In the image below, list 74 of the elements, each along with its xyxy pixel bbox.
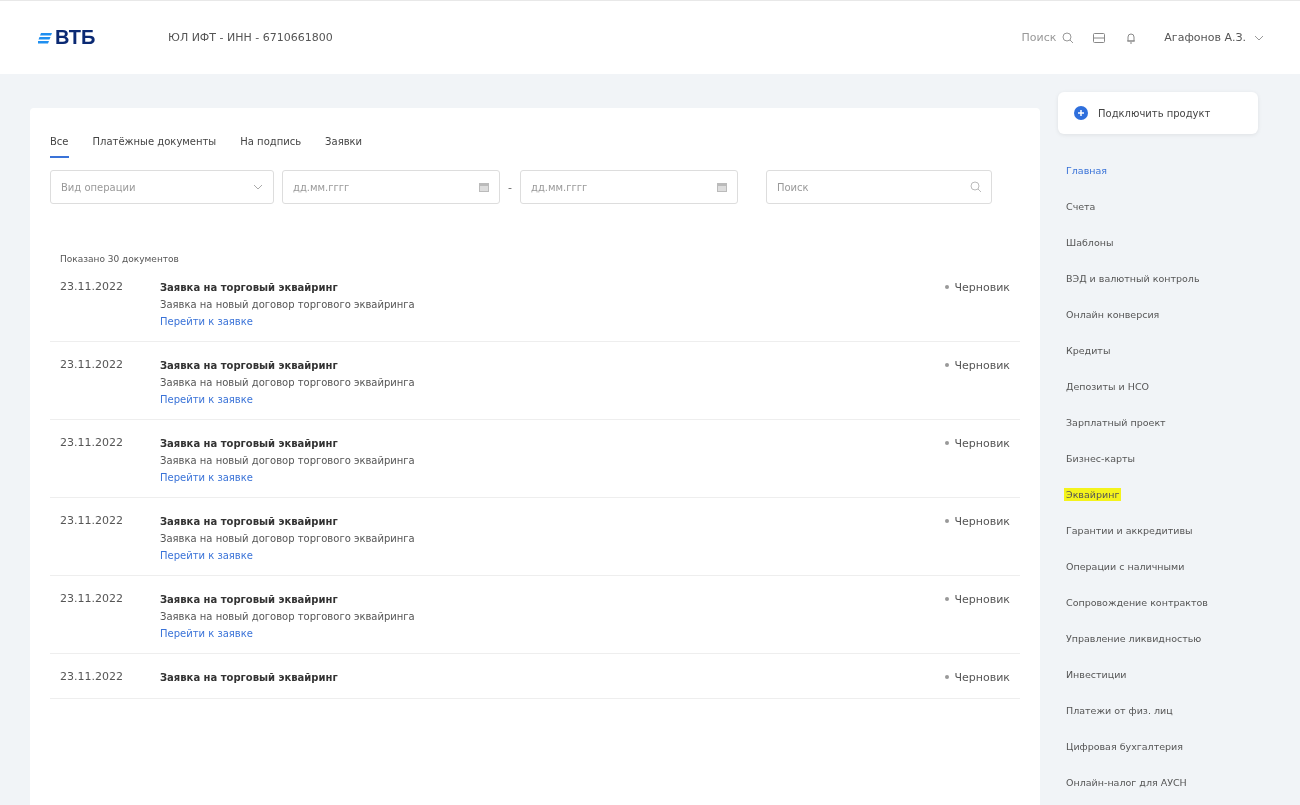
- sidebar-item[interactable]: ВЭД и валютный контроль: [1064, 271, 1202, 285]
- document-status: Черновик: [954, 280, 1010, 294]
- tab[interactable]: На подпись: [240, 136, 302, 158]
- document-status: Черновик: [954, 592, 1010, 606]
- sidebar-item[interactable]: Сопровождение контрактов: [1064, 595, 1210, 609]
- open-request-link[interactable]: Перейти к заявке: [160, 550, 253, 561]
- status-dot: [944, 597, 949, 601]
- sidebar-item[interactable]: Инвестиции: [1064, 667, 1129, 681]
- document-date: 23.11.2022: [60, 514, 124, 529]
- document-status: Черновик: [954, 436, 1010, 450]
- document-date: 23.11.2022: [60, 670, 124, 684]
- open-request-link[interactable]: Перейти к заявке: [160, 628, 253, 639]
- sidebar-item[interactable]: Онлайн конверсия: [1064, 307, 1162, 321]
- status-dot: [944, 675, 949, 679]
- sidebar-item[interactable]: Платежи от физ. лиц: [1064, 703, 1175, 717]
- chevron-down-icon: [1254, 34, 1264, 41]
- mail-icon[interactable]: [1092, 30, 1107, 45]
- tab[interactable]: Все: [50, 136, 69, 158]
- sidebar-item[interactable]: Онлайн-налог для АУСН: [1064, 775, 1189, 789]
- status-dot: [944, 441, 949, 445]
- open-request-link[interactable]: Перейти к заявке: [160, 394, 253, 405]
- sidebar-item[interactable]: Бизнес-карты: [1064, 451, 1138, 465]
- document-date: 23.11.2022: [60, 592, 124, 607]
- connect-product-button[interactable]: Подключить продукт: [1058, 92, 1258, 134]
- calendar-icon[interactable]: [478, 181, 490, 193]
- document-description: Заявка на новый договор торгового эквайринга: [160, 533, 416, 544]
- document-title: Заявка на торговый эквайринг: [160, 282, 339, 293]
- company-name: ЮЛ ИФТ - ИНН - 6710661800: [168, 31, 333, 44]
- document-date: 23.11.2022: [60, 358, 124, 373]
- document-description: Заявка на новый договор торгового эквайринга: [160, 455, 416, 466]
- document-title: Заявка на торговый эквайринг: [160, 516, 339, 527]
- status-dot: [944, 519, 949, 523]
- plus-icon: [1074, 106, 1088, 120]
- document-description: Заявка на новый договор торгового эквайринга: [160, 377, 416, 388]
- sidebar-item[interactable]: Счета: [1064, 199, 1098, 213]
- sidebar-item[interactable]: Зарплатный проект: [1064, 415, 1168, 429]
- sidebar-item[interactable]: Операции с наличными: [1064, 559, 1187, 573]
- sidebar-item[interactable]: Управление ликвидностью: [1064, 631, 1204, 645]
- search-field[interactable]: Поиск: [766, 170, 992, 204]
- document-title: Заявка на торговый эквайринг: [160, 360, 339, 371]
- open-request-link[interactable]: Перейти к заявке: [160, 472, 253, 483]
- sidebar-item[interactable]: Цифровая бухгалтерия: [1064, 739, 1185, 753]
- logo-text[interactable]: ВТБ: [55, 26, 96, 49]
- tab[interactable]: Платёжные документы: [92, 136, 217, 158]
- document-date: 23.11.2022: [60, 280, 124, 295]
- calendar-icon[interactable]: [716, 181, 728, 193]
- tab[interactable]: Заявки: [325, 136, 363, 158]
- sidebar-item[interactable]: Гарантии и аккредитивы: [1064, 523, 1195, 537]
- status-dot: [944, 363, 949, 367]
- date-from-field[interactable]: дд.мм.гггг: [282, 170, 500, 204]
- sidebar-item[interactable]: Кредиты: [1064, 343, 1113, 357]
- document-status: Черновик: [954, 514, 1010, 528]
- document-title: Заявка на торговый эквайринг: [160, 672, 339, 683]
- document-status: Черновик: [954, 358, 1010, 372]
- search-icon: [1062, 31, 1075, 44]
- search-icon: [970, 181, 982, 193]
- date-to-field[interactable]: дд.мм.гггг: [520, 170, 738, 204]
- document-description: Заявка на новый договор торгового эквайринга: [160, 611, 416, 622]
- date-separator: -: [508, 180, 512, 194]
- sidebar-item[interactable]: Шаблоны: [1064, 235, 1116, 249]
- sidebar-item[interactable]: Главная: [1064, 163, 1110, 177]
- document-title: Заявка на торговый эквайринг: [160, 438, 339, 449]
- open-request-link[interactable]: Перейти к заявке: [160, 316, 253, 327]
- user-menu[interactable]: Агафонов А.З.: [1158, 30, 1270, 45]
- document-description: Заявка на новый договор торгового эквайринга: [160, 299, 416, 310]
- sidebar-item[interactable]: Депозиты и НСО: [1064, 379, 1152, 393]
- sidebar-item[interactable]: Эквайринг: [1064, 487, 1122, 501]
- operation-type-dropdown[interactable]: Вид операции: [50, 170, 274, 204]
- document-status: Черновик: [954, 670, 1010, 684]
- document-title: Заявка на торговый эквайринг: [160, 594, 339, 605]
- logo-icon: [38, 31, 52, 44]
- documents-count: Показано 30 документов: [60, 254, 180, 264]
- document-date: 23.11.2022: [60, 436, 124, 451]
- status-dot: [944, 285, 949, 289]
